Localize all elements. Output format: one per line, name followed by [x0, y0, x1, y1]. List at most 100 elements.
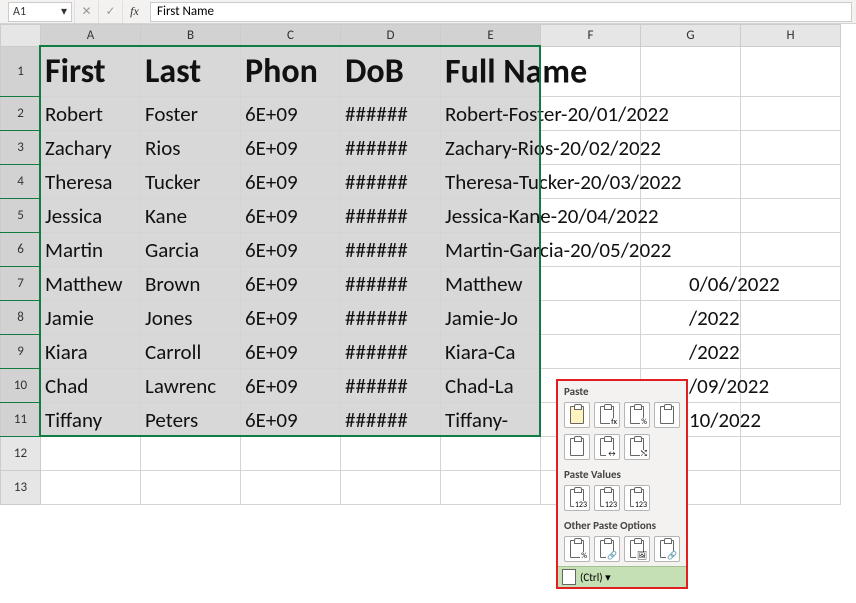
row-header[interactable]: 2 [1, 97, 41, 131]
paste-keep-source-icon[interactable] [654, 402, 680, 428]
cancel-button[interactable]: ✕ [74, 1, 98, 23]
cell[interactable]: ###### [341, 165, 441, 199]
cell[interactable]: Last [141, 47, 241, 97]
paste-link-icon[interactable]: 🔗 [594, 536, 620, 562]
cell[interactable] [641, 199, 741, 233]
cell[interactable]: Martin [41, 233, 141, 267]
paste-formulas-formatting-icon[interactable]: % [624, 402, 650, 428]
cell[interactable]: 6E+09 [241, 233, 341, 267]
cell[interactable]: Zachary-Rios-20/02/2022 [441, 131, 541, 165]
cell[interactable] [541, 335, 641, 369]
cell[interactable]: Full Name [441, 47, 541, 97]
cell[interactable] [741, 335, 841, 369]
row-header[interactable]: 1 [1, 47, 41, 97]
row-header[interactable]: 12 [1, 437, 41, 471]
cell[interactable]: Rios [141, 131, 241, 165]
enter-button[interactable]: ✓ [98, 1, 122, 23]
name-box[interactable]: A1 ▾ [8, 2, 72, 22]
cell[interactable]: Kane [141, 199, 241, 233]
cell[interactable] [741, 301, 841, 335]
cell[interactable]: Tucker [141, 165, 241, 199]
cell[interactable]: Jones [141, 301, 241, 335]
cell[interactable]: Phon [241, 47, 341, 97]
cell[interactable] [141, 437, 241, 471]
cell[interactable]: ###### [341, 97, 441, 131]
cell[interactable]: ###### [341, 199, 441, 233]
cell[interactable] [741, 199, 841, 233]
select-all-corner[interactable] [1, 25, 41, 47]
cell[interactable] [741, 471, 841, 505]
cell[interactable]: Lawrenc [141, 369, 241, 403]
cell[interactable]: Robert [41, 97, 141, 131]
chevron-down-icon[interactable]: ▾ [61, 4, 67, 19]
paste-formatting-icon[interactable]: % [564, 536, 590, 562]
cell[interactable] [241, 471, 341, 505]
cell[interactable]: Garcia [141, 233, 241, 267]
fx-button[interactable]: fx [122, 1, 146, 23]
cell[interactable]: Tiffany- [441, 403, 541, 437]
col-header-C[interactable]: C [241, 25, 341, 47]
cell[interactable] [741, 437, 841, 471]
cell[interactable] [141, 471, 241, 505]
cell[interactable]: Theresa-Tucker-20/03/2022 [441, 165, 541, 199]
cell[interactable]: Tiffany [41, 403, 141, 437]
cell[interactable] [341, 471, 441, 505]
paste-linked-picture-icon[interactable]: 🔗 [654, 536, 680, 562]
cell[interactable]: Zachary [41, 131, 141, 165]
formula-input[interactable]: First Name [150, 2, 852, 22]
cell[interactable] [641, 47, 741, 97]
cell[interactable]: ###### [341, 403, 441, 437]
cell[interactable]: 6E+09 [241, 97, 341, 131]
col-header-F[interactable]: F [541, 25, 641, 47]
cell[interactable]: 6E+09 [241, 199, 341, 233]
cell[interactable]: ###### [341, 131, 441, 165]
cell[interactable]: ###### [341, 267, 441, 301]
cell[interactable]: Chad [41, 369, 141, 403]
paste-ctrl-button[interactable]: (Ctrl) ▾ [558, 566, 686, 587]
cell[interactable]: 0/06/2022 [641, 267, 741, 301]
col-header-A[interactable]: A [41, 25, 141, 47]
cell[interactable] [641, 165, 741, 199]
row-header[interactable]: 13 [1, 471, 41, 505]
cell[interactable] [641, 97, 741, 131]
row-header[interactable]: 8 [1, 301, 41, 335]
cell[interactable] [641, 131, 741, 165]
cell[interactable]: /2022 [641, 335, 741, 369]
cell[interactable]: First [41, 47, 141, 97]
cell[interactable] [741, 97, 841, 131]
cell[interactable]: 6E+09 [241, 369, 341, 403]
cell[interactable]: DoB [341, 47, 441, 97]
cell[interactable] [741, 233, 841, 267]
paste-keep-widths-icon[interactable]: ↔ [594, 434, 620, 460]
cell[interactable] [441, 437, 541, 471]
cell[interactable]: Martin-Garcia-20/05/2022 [441, 233, 541, 267]
cell[interactable] [41, 471, 141, 505]
cell[interactable]: ###### [341, 369, 441, 403]
cell[interactable]: Jamie [41, 301, 141, 335]
spreadsheet-grid[interactable]: A B C D E F G H 1 First Last Phon DoB Fu… [0, 24, 841, 505]
cell[interactable]: 6E+09 [241, 301, 341, 335]
cell[interactable] [541, 301, 641, 335]
cell[interactable]: Matthew [41, 267, 141, 301]
cell[interactable]: Foster [141, 97, 241, 131]
row-header[interactable]: 10 [1, 369, 41, 403]
paste-icon[interactable] [564, 402, 590, 428]
col-header-B[interactable]: B [141, 25, 241, 47]
cell[interactable]: 6E+09 [241, 131, 341, 165]
paste-no-borders-icon[interactable] [564, 434, 590, 460]
cell[interactable]: Jamie-Jo [441, 301, 541, 335]
cell[interactable]: Brown [141, 267, 241, 301]
cell[interactable] [741, 47, 841, 97]
cell[interactable] [541, 267, 641, 301]
paste-values-icon[interactable]: 123 [564, 485, 590, 511]
row-header[interactable]: 6 [1, 233, 41, 267]
paste-values-number-fmt-icon[interactable]: 123 [594, 485, 620, 511]
cell[interactable] [441, 471, 541, 505]
paste-formulas-icon[interactable]: fx [594, 402, 620, 428]
cell[interactable]: Kiara [41, 335, 141, 369]
row-header[interactable]: 4 [1, 165, 41, 199]
paste-picture-icon[interactable]: 🖼 [624, 536, 650, 562]
cell[interactable]: 6E+09 [241, 165, 341, 199]
cell[interactable] [241, 437, 341, 471]
cell[interactable] [641, 233, 741, 267]
